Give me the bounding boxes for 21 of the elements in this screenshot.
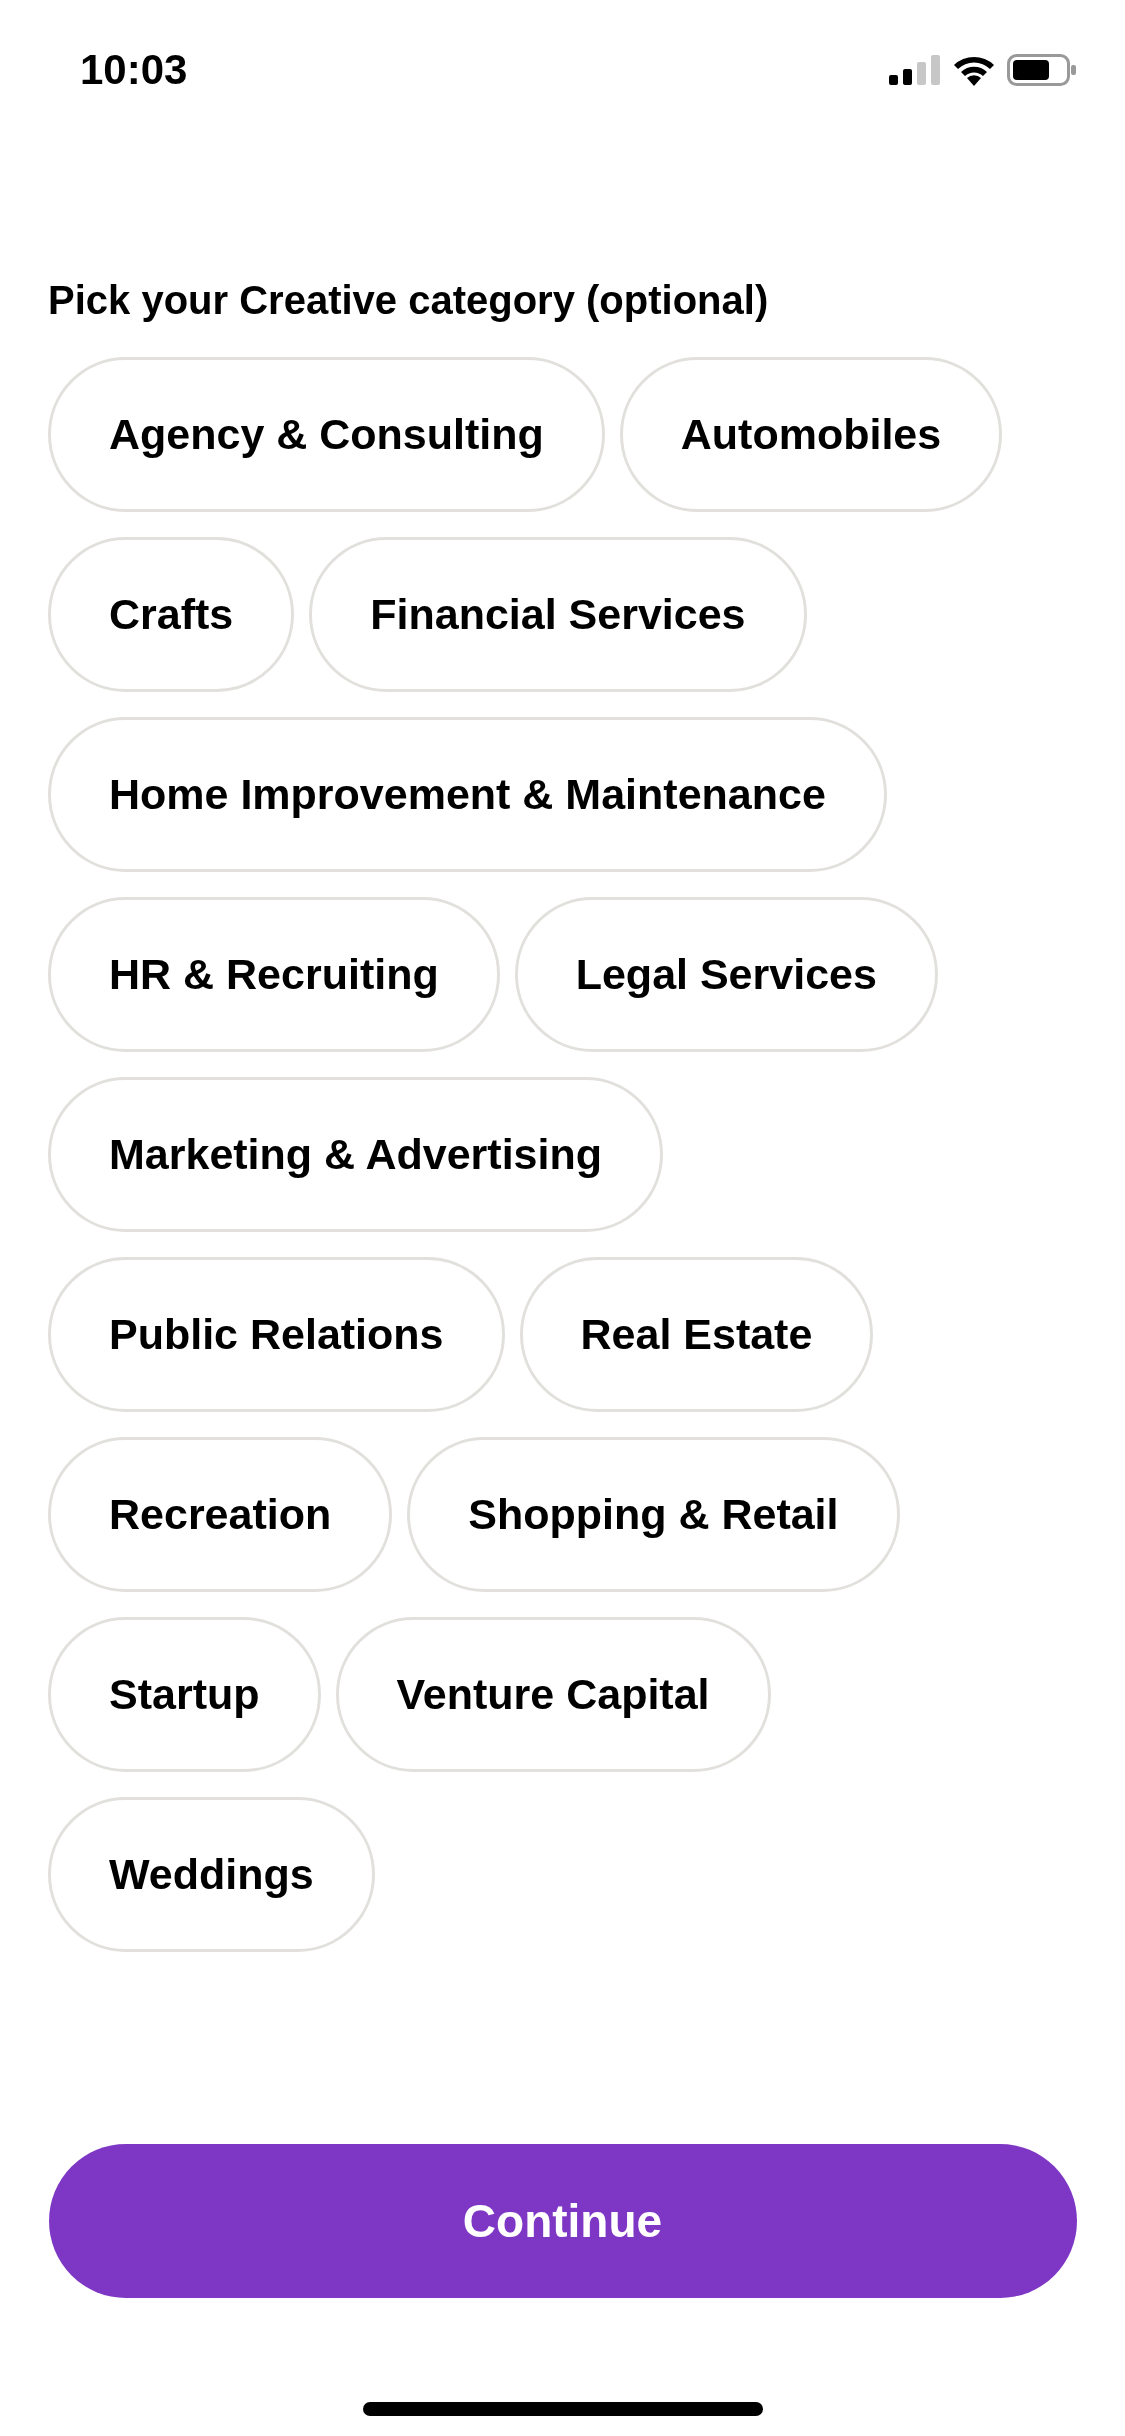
category-chip[interactable]: Shopping & Retail: [407, 1437, 900, 1592]
category-chip[interactable]: Recreation: [48, 1437, 393, 1592]
battery-icon: [1007, 54, 1077, 86]
category-chip[interactable]: Real Estate: [519, 1257, 874, 1412]
category-chip[interactable]: Public Relations: [48, 1257, 505, 1412]
category-chip[interactable]: Venture Capital: [335, 1617, 771, 1772]
category-chip[interactable]: Financial Services: [309, 537, 807, 692]
category-chip[interactable]: Marketing & Advertising: [48, 1077, 663, 1232]
status-time: 10:03: [80, 46, 188, 94]
category-chip[interactable]: Weddings: [48, 1797, 375, 1952]
category-chip[interactable]: Legal Services: [514, 897, 938, 1052]
wifi-icon: [953, 54, 995, 86]
continue-button[interactable]: Continue: [48, 2144, 1077, 2298]
category-chip[interactable]: Startup: [48, 1617, 321, 1772]
signal-icon: [889, 55, 941, 85]
category-chip[interactable]: Agency & Consulting: [48, 357, 605, 512]
category-chip[interactable]: HR & Recruiting: [48, 897, 500, 1052]
category-chip[interactable]: Home Improvement & Maintenance: [48, 717, 887, 872]
category-chip[interactable]: Automobiles: [619, 357, 1003, 512]
category-chip[interactable]: Crafts: [48, 537, 295, 692]
section-title: Pick your Creative category (optional): [48, 278, 770, 323]
